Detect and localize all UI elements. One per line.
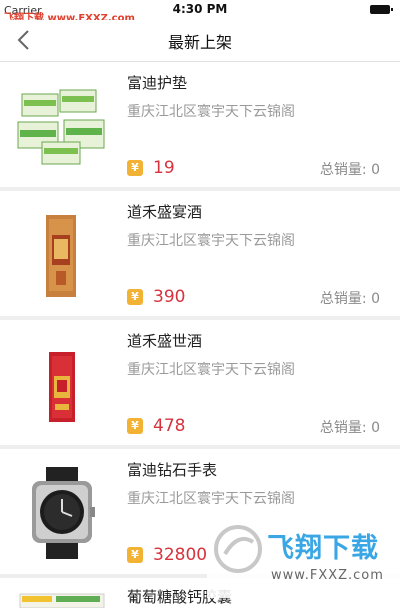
product-title: 道禾盛世酒 bbox=[127, 332, 203, 350]
nav-bar: 最新上架 bbox=[0, 20, 400, 62]
product-item[interactable]: 道禾盛宴酒 重庆江北区寰宇天下云锦阁 ¥ 390 总销量: 0 bbox=[0, 191, 400, 320]
product-item[interactable]: 富迪护垫 重庆江北区寰宇天下云锦阁 ¥ 19 总销量: 0 bbox=[0, 62, 400, 191]
price-icon: ¥ bbox=[127, 160, 143, 176]
product-sales: 总销量: 0 bbox=[319, 420, 380, 436]
battery-icon bbox=[370, 5, 393, 14]
product-image-liquor-box bbox=[46, 215, 76, 297]
watermark-text: 飞翔下载 bbox=[267, 533, 379, 564]
watermark-overlay: 飞翔下载 www.FXXZ.com bbox=[207, 518, 400, 598]
product-item[interactable]: 道禾盛世酒 重庆江北区寰宇天下云锦阁 ¥ 478 总销量: 0 bbox=[0, 320, 400, 449]
product-price: 478 bbox=[153, 416, 186, 436]
product-address: 重庆江北区寰宇天下云锦阁 bbox=[127, 104, 295, 120]
price-icon: ¥ bbox=[127, 418, 143, 434]
product-address: 重庆江北区寰宇天下云锦阁 bbox=[127, 491, 295, 507]
watermark-logo-icon bbox=[214, 525, 262, 573]
product-title: 富迪钻石手表 bbox=[127, 461, 218, 479]
watermark-url: www.FXXZ.com bbox=[271, 568, 384, 583]
status-bar: Carrier 飞翔下载 www.FXXZ.com 4:30 PM bbox=[0, 0, 400, 24]
product-image-capsule-box bbox=[19, 593, 105, 608]
product-price: 32800 bbox=[153, 545, 208, 565]
product-sales: 总销量: 0 bbox=[319, 291, 380, 307]
price-icon: ¥ bbox=[127, 547, 143, 563]
product-address: 重庆江北区寰宇天下云锦阁 bbox=[127, 362, 295, 378]
page-title: 最新上架 bbox=[167, 33, 232, 52]
product-title: 道禾盛宴酒 bbox=[127, 203, 203, 221]
price-icon: ¥ bbox=[127, 289, 143, 305]
product-price: 390 bbox=[153, 287, 186, 307]
product-image-pads bbox=[17, 89, 105, 165]
product-image-watch bbox=[32, 467, 95, 559]
product-image-liquor-red bbox=[49, 352, 75, 422]
product-sales: 总销量: 0 bbox=[319, 162, 380, 178]
product-address: 重庆江北区寰宇天下云锦阁 bbox=[127, 233, 295, 249]
status-time: 4:30 PM bbox=[172, 2, 228, 16]
product-price: 19 bbox=[153, 158, 175, 178]
product-title: 富迪护垫 bbox=[127, 74, 188, 92]
